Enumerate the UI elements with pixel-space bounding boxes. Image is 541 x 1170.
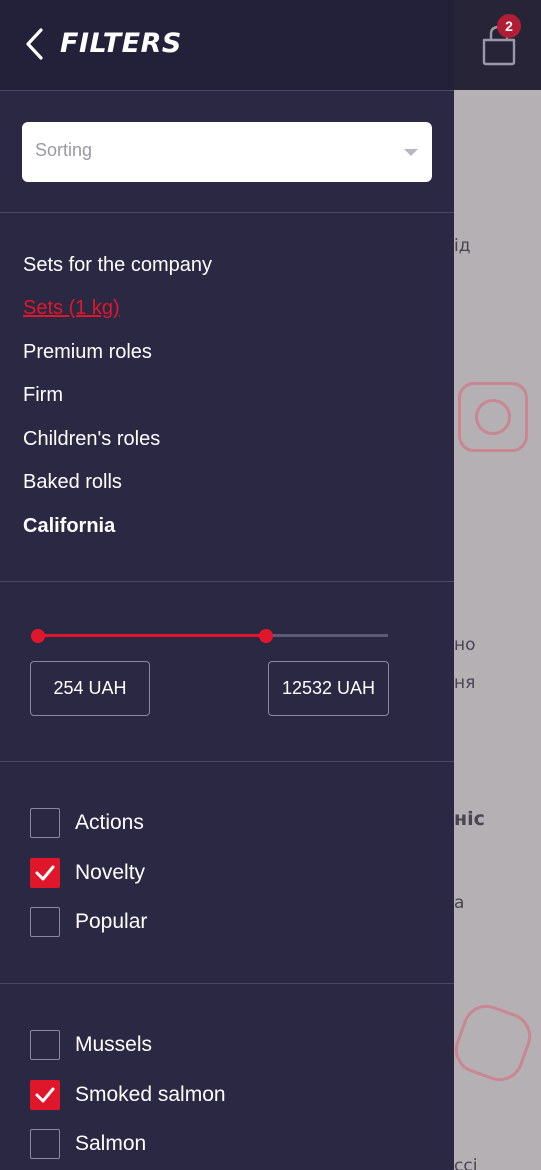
cart-count-badge: 2 <box>497 14 521 38</box>
filter-novelty[interactable]: Novelty <box>30 858 145 888</box>
filter-panel: Sorting Sets for the company Sets (1 kg)… <box>0 90 454 1170</box>
price-slider-min-handle[interactable] <box>31 629 45 643</box>
price-min-field[interactable]: 254 UAH <box>30 661 150 716</box>
checkbox-label: Salmon <box>75 1132 147 1155</box>
category-sets-for-company[interactable]: Sets for the company <box>23 254 212 277</box>
price-max-field[interactable]: 12532 UAH <box>268 661 389 716</box>
divider <box>0 761 454 762</box>
checkbox[interactable] <box>30 907 60 937</box>
checkbox[interactable] <box>30 858 60 888</box>
category-sets-1kg[interactable]: Sets (1 kg) <box>23 297 120 320</box>
roll-icon <box>454 998 538 1088</box>
checkbox[interactable] <box>30 1129 60 1159</box>
category-firm[interactable]: Firm <box>23 384 63 407</box>
background-page: ід но ня ніс а ссі <box>454 90 541 1170</box>
checkbox-label: Popular <box>75 910 148 933</box>
chevron-down-icon <box>404 149 418 156</box>
background-text: ня <box>454 673 476 693</box>
filters-header: FILTERS 2 <box>0 0 541 90</box>
checkbox[interactable] <box>30 808 60 838</box>
filter-popular[interactable]: Popular <box>30 907 147 937</box>
category-childrens-roles[interactable]: Children's roles <box>23 428 160 451</box>
divider <box>0 212 454 213</box>
filter-smoked-salmon[interactable]: Smoked salmon <box>30 1080 226 1110</box>
checkbox-label: Mussels <box>75 1033 153 1056</box>
filter-mussels[interactable]: Mussels <box>30 1030 152 1060</box>
checkmark-icon <box>35 865 55 881</box>
checkbox-label: Smoked salmon <box>75 1083 226 1106</box>
checkmark-icon <box>35 1087 55 1103</box>
chevron-left-icon <box>26 28 43 60</box>
divider <box>0 983 454 984</box>
checkbox[interactable] <box>30 1080 60 1110</box>
background-text: ссі <box>454 1156 478 1170</box>
back-button[interactable] <box>18 24 50 64</box>
sushi-icon <box>458 382 528 452</box>
page-title: FILTERS <box>60 28 182 59</box>
background-text: но <box>454 635 476 655</box>
filter-salmon[interactable]: Salmon <box>30 1129 146 1159</box>
price-slider-max-handle[interactable] <box>258 629 273 643</box>
filter-actions[interactable]: Actions <box>30 808 144 838</box>
divider <box>0 581 454 582</box>
sorting-placeholder: Sorting <box>35 140 93 160</box>
category-california[interactable]: California <box>23 515 115 538</box>
checkbox-label: Actions <box>75 811 144 834</box>
checkbox[interactable] <box>30 1030 60 1060</box>
background-text: ніс <box>454 808 485 830</box>
price-slider-range <box>38 634 266 637</box>
sorting-select[interactable]: Sorting <box>22 122 432 182</box>
background-text: а <box>454 893 465 913</box>
category-baked-rolls[interactable]: Baked rolls <box>23 471 122 494</box>
background-text: ід <box>454 236 471 256</box>
checkbox-label: Novelty <box>75 861 146 884</box>
category-premium-roles[interactable]: Premium roles <box>23 341 152 364</box>
